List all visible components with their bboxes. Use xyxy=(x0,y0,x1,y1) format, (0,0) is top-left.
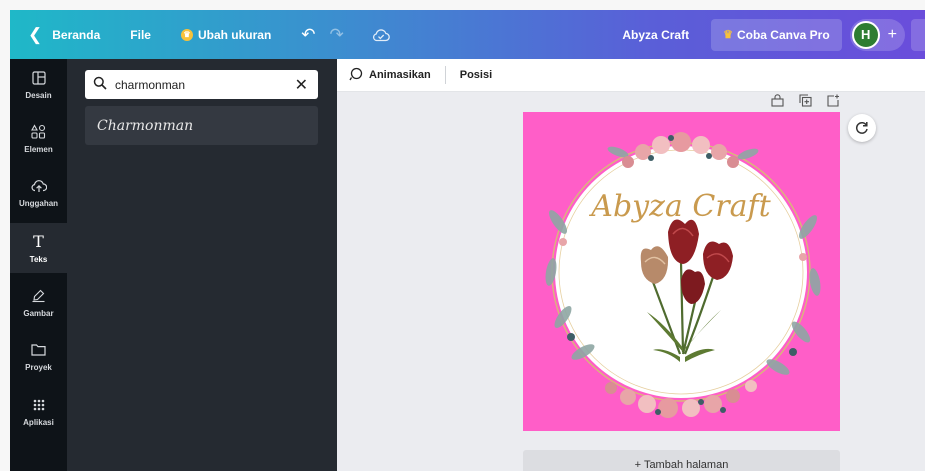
crown-icon: ♛ xyxy=(180,28,193,41)
project-name[interactable]: Abyza Craft xyxy=(622,10,689,59)
draw-icon xyxy=(31,287,46,305)
page-tools xyxy=(771,94,840,110)
rail-item-unggahan[interactable]: Unggahan xyxy=(10,167,67,217)
resize-button[interactable]: ♛ Ubah ukuran xyxy=(180,10,272,59)
rail-item-desain[interactable]: Desain xyxy=(10,59,67,109)
try-pro-label: Coba Canva Pro xyxy=(736,27,830,42)
home-button[interactable]: Beranda xyxy=(52,10,100,59)
rail-label: Elemen xyxy=(24,144,53,154)
animate-icon xyxy=(349,67,363,84)
add-page-button[interactable]: + Tambah halaman xyxy=(523,450,840,471)
left-rail: Desain Elemen Unggahan T Teks Gambar Pro… xyxy=(10,59,67,471)
rail-label: Gambar xyxy=(23,308,54,318)
rail-item-elemen[interactable]: Elemen xyxy=(10,113,67,163)
redo-icon[interactable]: ↷ xyxy=(330,10,344,59)
animate-label: Animasikan xyxy=(369,69,431,81)
floral-design-artwork: Abyza Craft xyxy=(545,132,821,418)
animate-button[interactable]: Animasikan xyxy=(349,67,431,84)
editor-toolbar: Animasikan Posisi xyxy=(337,59,925,92)
font-search-box[interactable]: ✕ xyxy=(85,70,318,99)
crown-icon: ♛ xyxy=(723,29,733,41)
rail-label: Teks xyxy=(29,254,48,264)
outer-border xyxy=(0,0,925,10)
avatar[interactable]: H xyxy=(851,20,880,49)
resize-label: Ubah ukuran xyxy=(197,27,272,42)
account-group[interactable]: H + xyxy=(849,18,905,51)
rail-item-gambar[interactable]: Gambar xyxy=(10,277,67,327)
rail-item-aplikasi[interactable]: Aplikasi xyxy=(10,386,67,436)
folder-icon xyxy=(31,341,46,359)
try-pro-button[interactable]: ♛ Coba Canva Pro xyxy=(711,18,842,51)
add-page-icon[interactable] xyxy=(827,94,840,110)
upload-cloud-icon xyxy=(30,177,47,195)
lock-page-icon[interactable] xyxy=(771,94,784,110)
back-chevron-icon[interactable]: ❮ xyxy=(28,10,42,59)
rail-label: Desain xyxy=(25,90,52,100)
clear-search-icon[interactable]: ✕ xyxy=(295,75,308,95)
rail-label: Proyek xyxy=(25,362,52,372)
font-result-item[interactable]: Charmonman xyxy=(85,106,318,145)
undo-icon[interactable]: ↶ xyxy=(301,10,315,59)
layout-icon xyxy=(31,69,46,87)
text-icon: T xyxy=(33,231,44,251)
text-panel: ✕ Charmonman xyxy=(67,59,337,471)
app-window: ❮ Beranda File ♛ Ubah ukuran ↶ ↷ Abyza C… xyxy=(0,0,925,471)
add-member-icon[interactable]: + xyxy=(888,26,897,44)
design-title-text[interactable]: Abyza Craft xyxy=(588,189,771,224)
search-icon xyxy=(93,76,107,93)
cloud-saved-icon[interactable] xyxy=(372,10,390,59)
font-search-input[interactable] xyxy=(115,77,285,92)
toolbar-divider xyxy=(444,66,446,84)
regenerate-icon[interactable] xyxy=(848,114,876,142)
rail-item-teks[interactable]: T Teks xyxy=(10,223,67,273)
rail-item-proyek[interactable]: Proyek xyxy=(10,331,67,381)
shapes-icon xyxy=(31,123,46,141)
outer-border xyxy=(0,10,10,471)
rail-label: Aplikasi xyxy=(23,417,54,427)
position-button[interactable]: Posisi xyxy=(460,69,492,81)
rail-label: Unggahan xyxy=(18,198,59,208)
design-page[interactable]: Abyza Craft xyxy=(523,112,840,431)
apps-grid-icon xyxy=(33,396,45,414)
duplicate-page-icon[interactable] xyxy=(799,94,812,110)
file-menu-button[interactable]: File xyxy=(130,10,151,59)
share-button[interactable] xyxy=(911,18,925,51)
top-bar: ❮ Beranda File ♛ Ubah ukuran ↶ ↷ Abyza C… xyxy=(10,10,925,59)
